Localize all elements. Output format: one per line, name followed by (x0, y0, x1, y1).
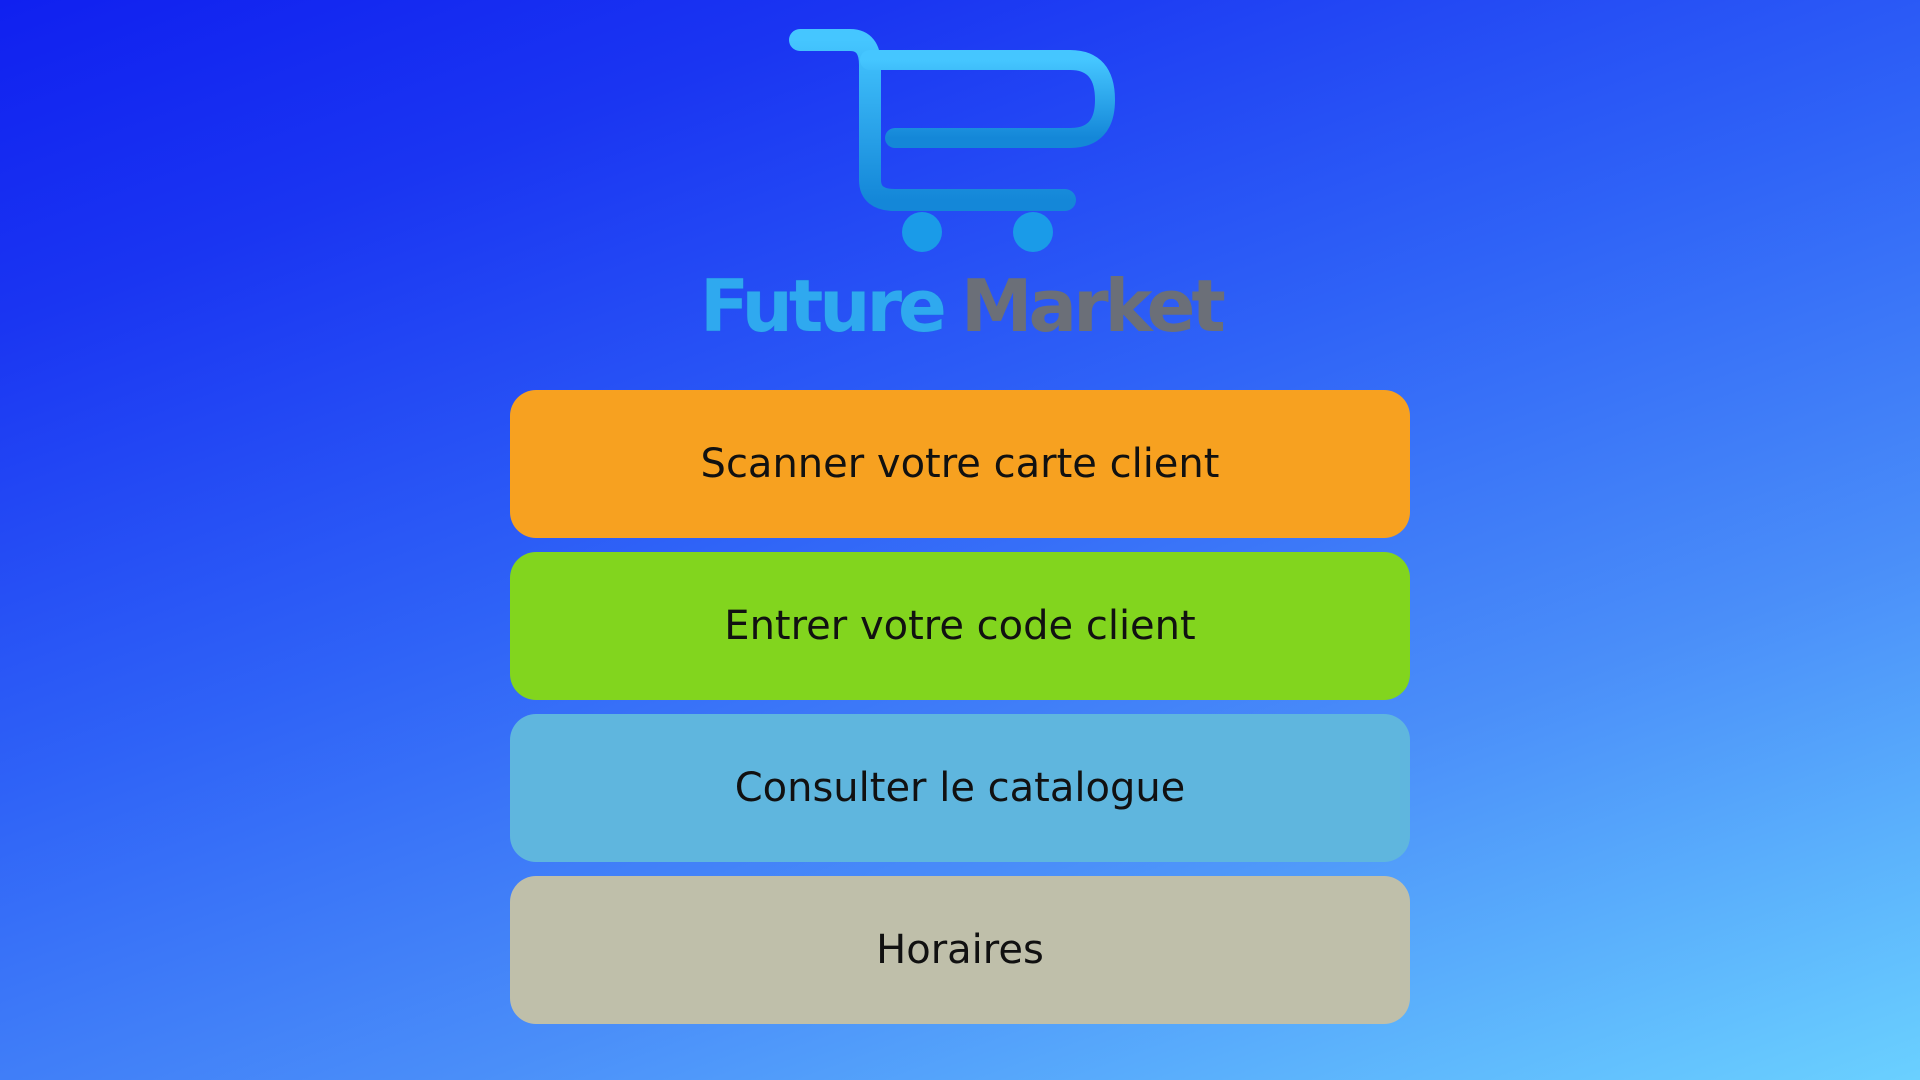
brand-name: Future Market (700, 270, 1226, 342)
main-menu: Scanner votre carte client Entrer votre … (510, 390, 1410, 1038)
brand-name-part2: Market (960, 264, 1226, 348)
hours-button[interactable]: Horaires (510, 876, 1410, 1024)
app-logo: Future Market (700, 20, 1226, 350)
brand-name-part1: Future (700, 264, 947, 348)
scan-card-button[interactable]: Scanner votre carte client (510, 390, 1410, 538)
catalog-button[interactable]: Consulter le catalogue (510, 714, 1410, 862)
enter-code-button[interactable]: Entrer votre code client (510, 552, 1410, 700)
shopping-cart-icon (789, 29, 1115, 252)
